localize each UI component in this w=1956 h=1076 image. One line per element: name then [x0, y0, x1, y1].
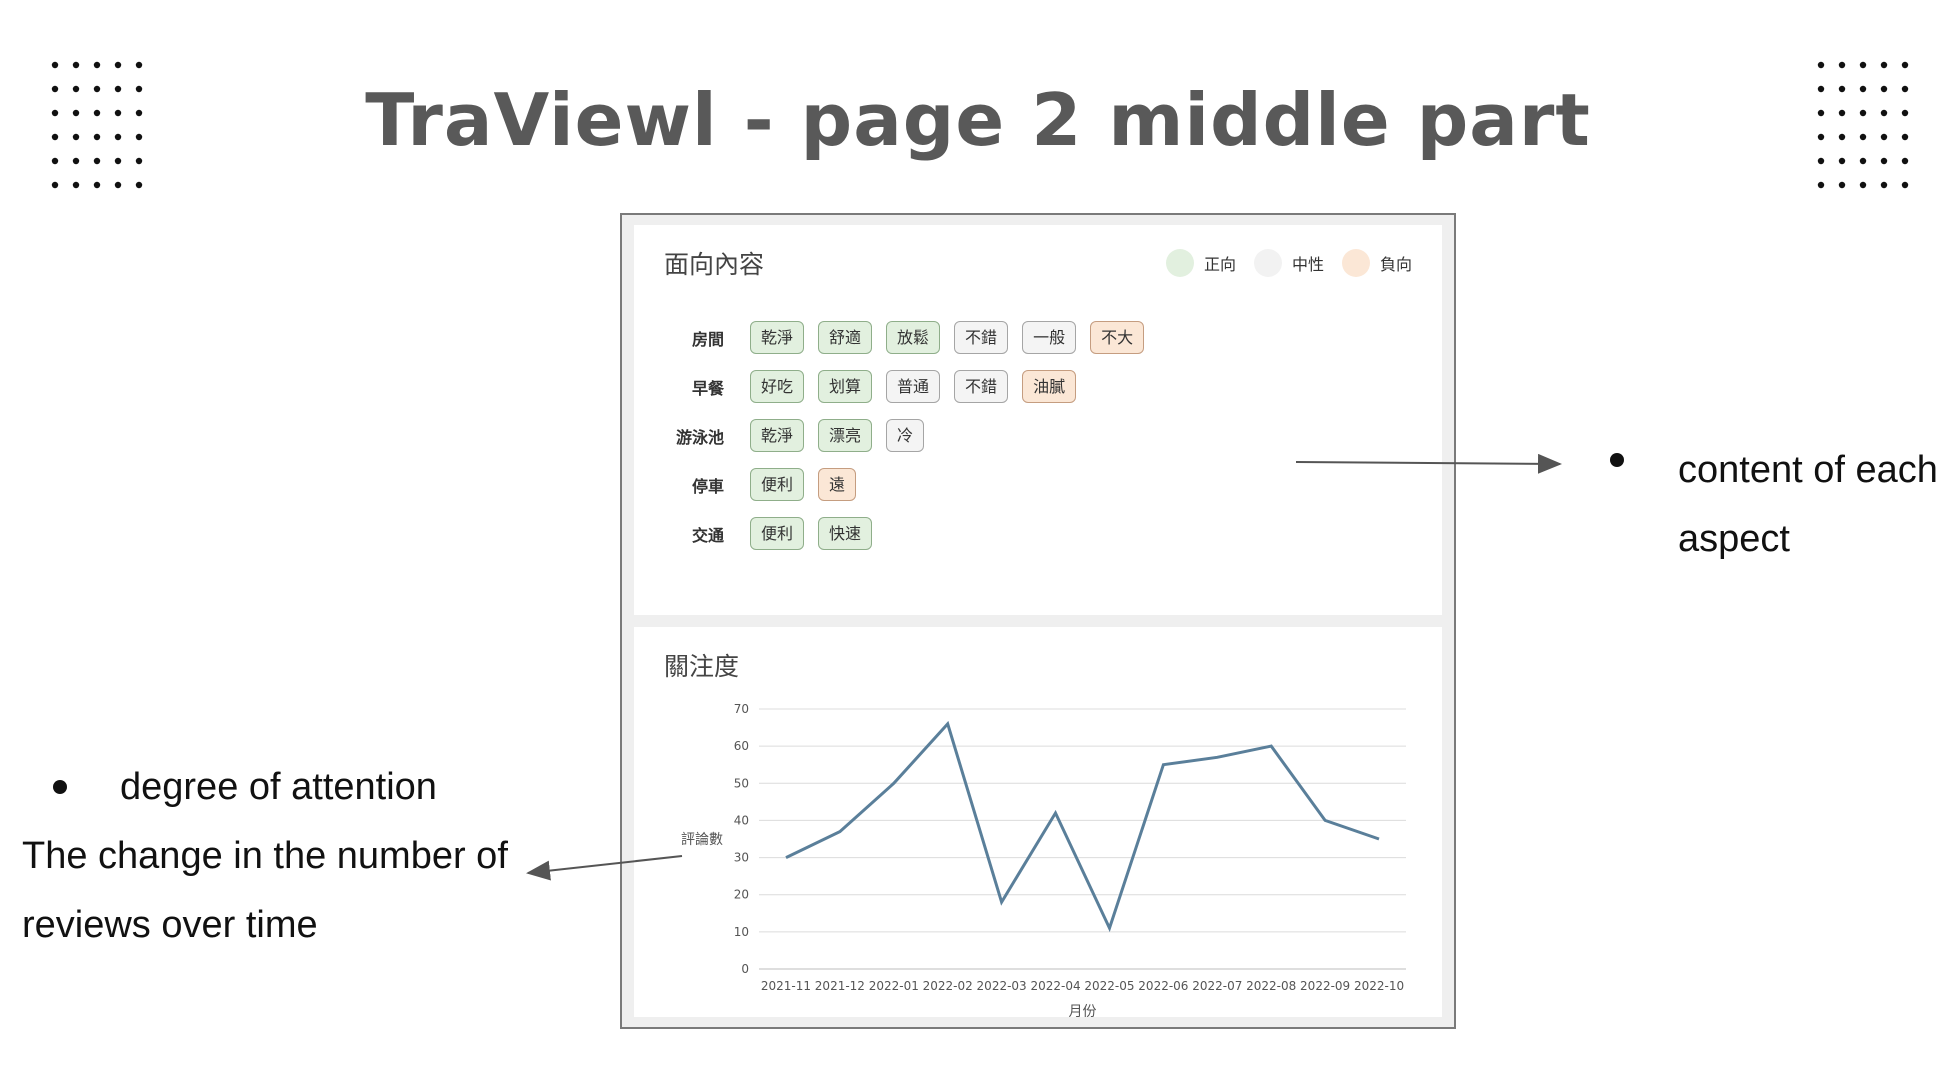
x-tick-label: 2022-01 — [869, 979, 919, 993]
note-review-change: The change in the number of reviews over… — [22, 835, 508, 946]
attention-line-chart: 0 10 20 30 40 50 60 70 2021-11 2021-12 2022-01 2022… — [681, 702, 1406, 1017]
legend-item-positive: 正向 — [1165, 249, 1236, 277]
bullet-left — [53, 780, 67, 794]
ui-screenshot-frame: 面向內容 正向 中性 負向 房間 乾淨 舒適 放鬆 不錯 一般 不大 早餐 好吃 划算 普通 不錯 油膩… — [620, 213, 1456, 1029]
aspect-tag-positive[interactable]: 便利 — [750, 468, 805, 501]
y-tick-label: 30 — [734, 851, 749, 865]
aspect-tag-negative[interactable]: 油膩 — [1022, 370, 1077, 403]
aspect-name: 停車 — [691, 476, 724, 496]
x-tick-label: 2022-06 — [1138, 979, 1188, 993]
aspect-tags: 便利 快速 — [750, 517, 886, 550]
legend-swatch-negative — [1341, 249, 1370, 277]
aspect-tag-neutral[interactable]: 普通 — [886, 370, 941, 403]
aspect-rows: 房間 乾淨 舒適 放鬆 不錯 一般 不大 早餐 好吃 划算 普通 不錯 油膩 游泳池 乾淨 漂亮冷停車 便利遠交… — [664, 313, 1158, 558]
x-tick-label: 2022-04 — [1030, 979, 1080, 993]
y-axis-label: 評論數 — [681, 832, 723, 848]
aspect-row: 停車 便利遠 — [664, 460, 1158, 509]
legend-label-positive: 正向 — [1203, 255, 1236, 274]
legend-swatch-positive — [1165, 249, 1194, 277]
x-tick-label: 2021-12 — [815, 979, 865, 993]
aspect-row: 房間 乾淨 舒適 放鬆 不錯 一般 不大 — [664, 313, 1158, 362]
legend-swatch-neutral — [1253, 249, 1282, 277]
x-tick-label: 2022-03 — [977, 979, 1027, 993]
aspect-tag-negative[interactable]: 遠 — [818, 468, 857, 501]
legend-label-negative: 負向 — [1379, 255, 1412, 274]
aspect-tag-positive[interactable]: 划算 — [818, 370, 873, 403]
aspect-tag-positive[interactable]: 好吃 — [750, 370, 805, 403]
note-aspect-content: content of each aspect — [1678, 449, 1938, 560]
x-tick-label: 2022-05 — [1084, 979, 1134, 993]
aspect-tag-positive[interactable]: 快速 — [818, 517, 873, 550]
slide-title: TraViewl - page 2 middle part — [365, 78, 1591, 162]
legend-item-negative: 負向 — [1341, 249, 1412, 277]
aspect-name: 交通 — [691, 525, 724, 545]
y-tick-label: 50 — [734, 776, 749, 790]
aspect-tags: 乾淨 舒適 放鬆 不錯 一般 不大 — [750, 321, 1158, 354]
y-tick-label: 70 — [734, 702, 749, 716]
bullet-right — [1610, 453, 1624, 467]
aspect-tag-positive[interactable]: 乾淨 — [750, 419, 805, 452]
aspect-name: 游泳池 — [675, 427, 724, 447]
x-tick-label: 2022-10 — [1354, 979, 1404, 993]
y-tick-label: 40 — [734, 813, 749, 827]
note-attention: degree of attention — [120, 766, 437, 808]
x-tick-label: 2022-09 — [1300, 979, 1350, 993]
x-tick-label: 2022-07 — [1192, 979, 1242, 993]
aspect-tag-negative[interactable]: 不大 — [1090, 321, 1145, 354]
aspect-row: 交通 便利 快速 — [664, 509, 1158, 558]
aspect-tag-positive[interactable]: 放鬆 — [886, 321, 941, 354]
legend-item-neutral: 中性 — [1253, 249, 1324, 277]
x-tick-label: 2022-02 — [923, 979, 973, 993]
y-tick-label: 60 — [734, 739, 749, 753]
series-line-0 — [785, 720, 1380, 933]
aspect-tag-neutral[interactable]: 一般 — [1022, 321, 1077, 354]
legend-label-neutral: 中性 — [1291, 255, 1324, 274]
aspect-row: 早餐 好吃 划算 普通 不錯 油膩 — [664, 362, 1158, 411]
aspect-tag-positive[interactable]: 便利 — [750, 517, 805, 550]
x-tick-label: 2021-11 — [761, 979, 811, 993]
aspect-tag-neutral[interactable]: 冷 — [886, 419, 925, 452]
aspect-panel-title: 面向內容 — [664, 250, 765, 279]
aspect-row: 游泳池 乾淨 漂亮冷 — [664, 411, 1158, 460]
aspect-tags: 好吃 划算 普通 不錯 油膩 — [750, 370, 1090, 403]
aspect-tag-neutral[interactable]: 不錯 — [954, 321, 1009, 354]
x-tick-label: 2022-08 — [1246, 979, 1296, 993]
attention-panel: 關注度 0 10 20 30 40 50 60 70 2021-11 2021-12 2022-01… — [634, 627, 1442, 1017]
y-tick-label: 10 — [734, 925, 749, 939]
aspect-tag-positive[interactable]: 乾淨 — [750, 321, 805, 354]
aspect-tag-positive[interactable]: 漂亮 — [818, 419, 873, 452]
aspect-tags: 便利遠 — [750, 468, 870, 501]
aspect-tag-neutral[interactable]: 不錯 — [954, 370, 1009, 403]
y-tick-label: 0 — [741, 962, 749, 976]
aspect-name: 早餐 — [691, 378, 724, 398]
aspect-name: 房間 — [691, 329, 724, 349]
aspect-tag-positive[interactable]: 舒適 — [818, 321, 873, 354]
x-axis-label: 月份 — [1069, 1004, 1097, 1017]
aspect-content-panel: 面向內容 正向 中性 負向 房間 乾淨 舒適 放鬆 不錯 一般 不大 早餐 好吃 划算 普通 不錯 油膩… — [634, 225, 1442, 615]
aspect-tags: 乾淨 漂亮冷 — [750, 419, 938, 452]
sentiment-legend: 正向 中性 負向 — [1148, 249, 1412, 277]
y-tick-label: 20 — [734, 888, 749, 902]
